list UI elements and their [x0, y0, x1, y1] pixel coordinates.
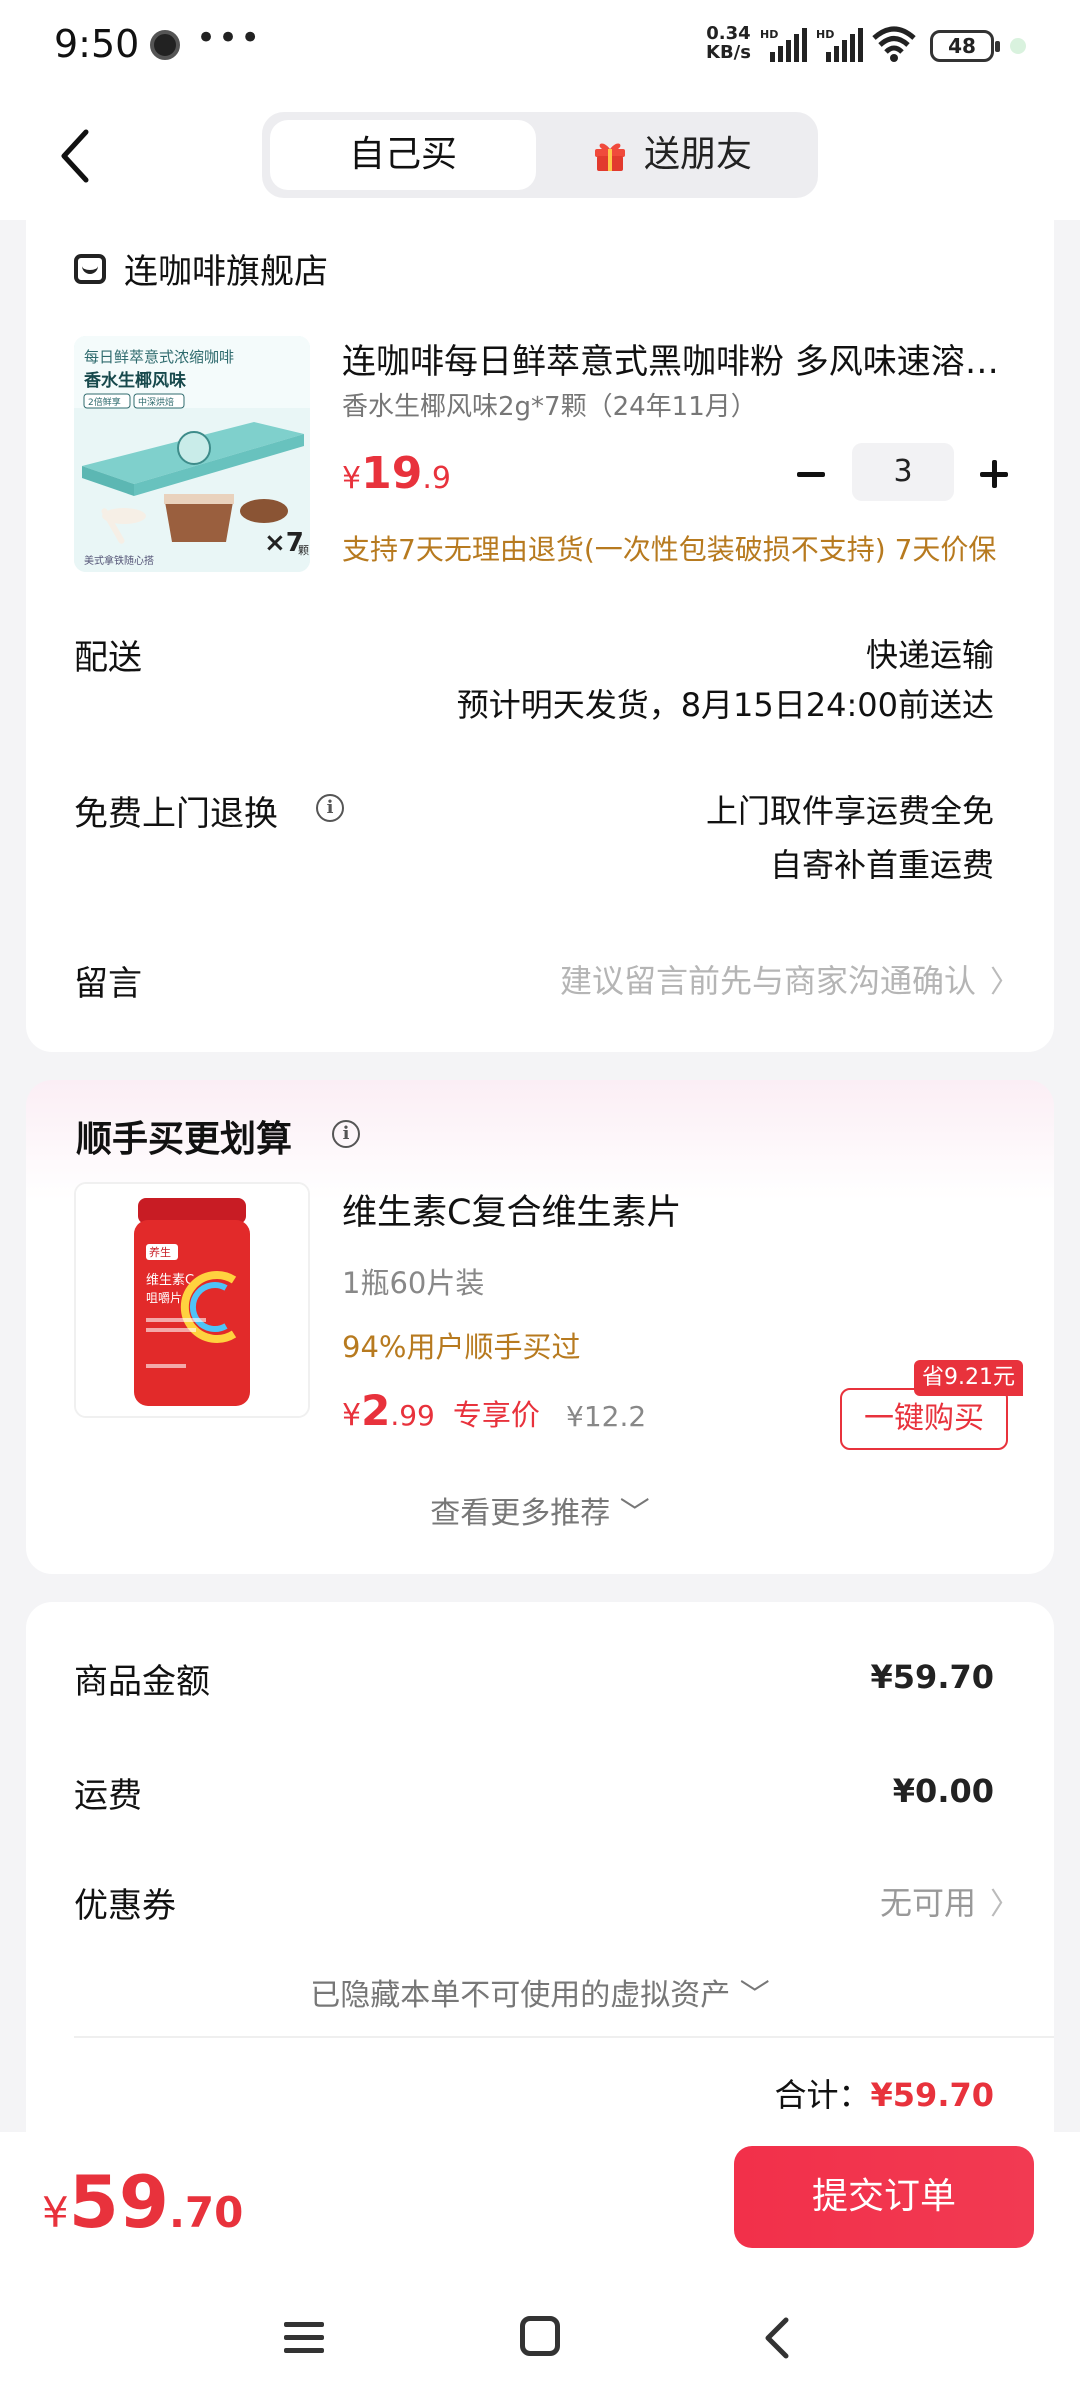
return-service-line1: 上门取件享运费全免	[705, 792, 994, 830]
checkout-bar: ¥59.70 提交订单	[0, 2132, 1080, 2282]
shipping-value: ¥0.00	[892, 1772, 994, 1810]
product-spec[interactable]: 香水生椰风味2g*7颗（24年11月）	[342, 386, 757, 423]
order-summary-card: 商品金额 ¥59.70 运费 ¥0.00 优惠券 无可用〉 已隐藏本单不可使用的…	[26, 1602, 1054, 2132]
svg-text:香水生椰风味: 香水生椰风味	[84, 370, 186, 391]
store-icon	[74, 254, 106, 284]
shipping-label: 运费	[74, 1776, 142, 1816]
return-service-line2: 自寄补首重运费	[769, 846, 994, 884]
recommendation-card: 顺手买更划算 i 养生 维生素C 咀嚼片 维生素C复合维生素片 1瓶60片装 9…	[26, 1080, 1054, 1574]
recommend-product-name[interactable]: 维生素C复合维生素片	[342, 1184, 681, 1235]
tab-gift-label: 送朋友	[644, 134, 753, 175]
svg-text:HD: HD	[760, 28, 778, 41]
status-time: 9:50	[54, 22, 140, 66]
svg-text:咀嚼片: 咀嚼片	[146, 1291, 182, 1305]
return-service-label: 免费上门退换	[74, 794, 278, 834]
submit-order-button[interactable]: 提交订单	[734, 2146, 1034, 2248]
service-guarantee[interactable]: 支持7天无理由退货(一次性包装破损不支持) 7天价保	[342, 528, 996, 568]
signal-icon: HD	[760, 28, 807, 62]
svg-text:养生: 养生	[149, 1245, 171, 1259]
gift-icon	[595, 143, 625, 171]
more-recommendations-link[interactable]: 查看更多推荐 ﹀	[26, 1488, 1054, 1532]
save-badge: 省9.21元	[914, 1360, 1023, 1396]
purchase-mode-switch: 自己买 送朋友	[262, 112, 818, 198]
info-icon[interactable]: i	[332, 1120, 360, 1148]
recommend-product-image[interactable]: 养生 维生素C 咀嚼片	[74, 1182, 310, 1418]
back-arrow-icon[interactable]	[50, 124, 100, 188]
clock-icon	[150, 30, 180, 60]
tab-buy-for-self[interactable]: 自己买	[270, 120, 536, 190]
status-bar: 9:50 ••• 0.34 KB/s HD HD 48	[0, 0, 1080, 92]
message-input[interactable]: 建议留言前先与商家沟通确认〉	[560, 956, 1020, 1002]
chevron-right-icon: 〉	[990, 965, 1020, 1000]
nav-menu-icon[interactable]	[284, 2320, 324, 2356]
recommend-price: ¥2.99 专享价	[342, 1386, 540, 1435]
battery-icon: 48	[930, 30, 1000, 62]
chevron-right-icon: 〉	[990, 1887, 1020, 1922]
signal-icon: HD	[816, 28, 863, 62]
product-price: ¥19.9	[342, 448, 451, 499]
product-title[interactable]: 连咖啡每日鲜萃意式黑咖啡粉 多风味速溶咖啡	[342, 334, 1022, 383]
svg-text:2倍鲜享: 2倍鲜享	[88, 396, 121, 408]
recommendation-title: 顺手买更划算	[76, 1119, 293, 1160]
more-notifications-icon: •••	[196, 18, 263, 58]
svg-text:HD: HD	[816, 28, 834, 41]
recommend-original-price: ¥12.2	[566, 1400, 647, 1433]
recommend-social-proof: 94%用户顺手买过	[342, 1330, 581, 1364]
status-dot	[1010, 38, 1026, 54]
svg-text:每日鲜萃意式浓缩咖啡: 每日鲜萃意式浓缩咖啡	[84, 348, 234, 366]
info-icon[interactable]: i	[316, 794, 344, 822]
plus-icon[interactable]	[976, 456, 1012, 492]
tab-send-to-friend[interactable]: 送朋友	[592, 120, 812, 190]
minus-icon[interactable]	[794, 456, 830, 492]
svg-text:维生素C: 维生素C	[146, 1273, 194, 1288]
nav-back-icon[interactable]	[756, 2314, 800, 2362]
nav-home-icon[interactable]	[520, 2316, 560, 2356]
svg-text:美式拿铁随心搭: 美式拿铁随心搭	[84, 554, 154, 567]
svg-text:颗: 颗	[298, 544, 309, 557]
goods-amount-label: 商品金额	[74, 1662, 210, 1702]
chevron-down-icon: ﹀	[739, 1978, 770, 2013]
product-image[interactable]: 每日鲜萃意式浓缩咖啡 香水生椰风味 2倍鲜享 中深烘焙 ×7 颗 美式拿铁随心搭	[74, 336, 310, 572]
summary-divider	[74, 2036, 1054, 2038]
chevron-down-icon: ﹀	[619, 1496, 650, 1531]
coupon-selector[interactable]: 无可用〉	[880, 1878, 1020, 1924]
delivery-eta: 预计明天发货，8月15日24:00前送达	[456, 686, 994, 724]
order-header: 自己买 送朋友	[0, 92, 1080, 220]
network-speed: 0.34 KB/s	[706, 23, 751, 63]
message-label: 留言	[74, 964, 142, 1004]
checkout-total-price: ¥59.70	[42, 2160, 244, 2244]
recommend-product-spec: 1瓶60片装	[342, 1266, 485, 1300]
wifi-icon	[872, 26, 916, 62]
store-name[interactable]: 连咖啡旗舰店	[124, 244, 328, 293]
hidden-assets-toggle[interactable]: 已隐藏本单不可使用的虚拟资产 ﹀	[26, 1970, 1054, 2014]
one-click-buy-button[interactable]: 一键购买	[840, 1388, 1008, 1450]
delivery-label: 配送	[74, 638, 142, 678]
goods-amount-value: ¥59.70	[870, 1658, 994, 1696]
quantity-field[interactable]: 3	[852, 443, 954, 501]
delivery-method: 快递运输	[865, 636, 994, 674]
system-nav-bar	[0, 2282, 1080, 2400]
svg-text:中深烘焙: 中深烘焙	[138, 396, 174, 408]
order-total: 合计：¥59.70	[774, 2076, 995, 2114]
coupon-label: 优惠券	[74, 1886, 176, 1926]
order-item-card: 连咖啡旗舰店 每日鲜萃意式浓缩咖啡 香水生椰风味 2倍鲜享 中深烘焙 ×7 颗 …	[26, 216, 1054, 1052]
